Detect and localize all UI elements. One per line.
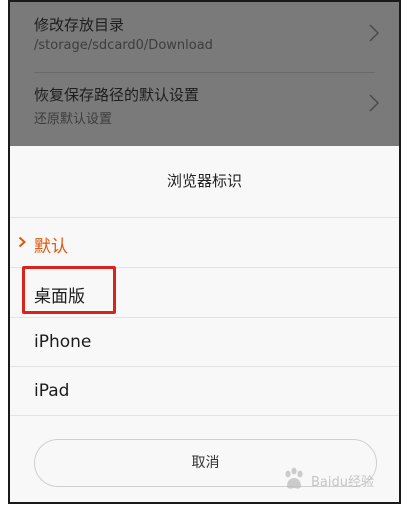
selected-chevron-icon (18, 236, 26, 248)
browser-ua-dialog: 浏览器标识 默认 桌面版 iPhone iPad 取消 (10, 146, 399, 502)
watermark-text: Baidu经验 (311, 475, 374, 490)
setting-restore-default-path[interactable]: 恢复保存路径的默认设置 还原默认设置 (10, 72, 399, 142)
baidu-watermark: Baidu经验 (281, 466, 391, 494)
setting-title: 恢复保存路径的默认设置 (34, 86, 200, 104)
divider (10, 415, 399, 416)
option-iphone[interactable]: iPhone (10, 318, 399, 367)
screenshot-frame: 修改存放目录 /storage/sdcard0/Download 恢复保存路径的… (8, 0, 401, 504)
annotation-highlight-box (22, 266, 116, 314)
settings-list-dimmed: 修改存放目录 /storage/sdcard0/Download 恢复保存路径的… (10, 2, 399, 146)
baidu-paw-icon (285, 467, 303, 489)
setting-download-directory[interactable]: 修改存放目录 /storage/sdcard0/Download (10, 2, 399, 72)
chevron-right-icon (369, 94, 379, 112)
dialog-title: 浏览器标识 (166, 172, 242, 190)
chevron-right-icon (369, 24, 379, 42)
option-ipad[interactable]: iPad (10, 367, 399, 416)
setting-title: 修改存放目录 (34, 16, 125, 34)
option-default[interactable]: 默认 (10, 218, 399, 267)
setting-subtitle: /storage/sdcard0/Download (34, 38, 213, 53)
option-label: iPhone (34, 332, 92, 352)
option-label: 默认 (34, 237, 68, 257)
option-label: iPad (34, 381, 70, 401)
setting-subtitle: 还原默认设置 (34, 112, 113, 127)
